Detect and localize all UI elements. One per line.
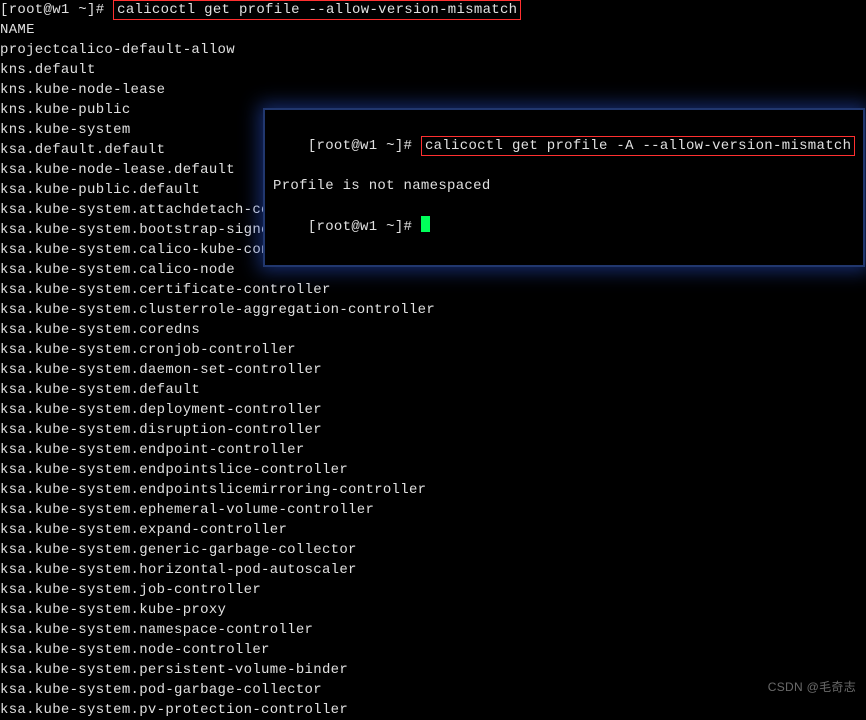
output-row: ksa.kube-system.generic-garbage-collecto… <box>0 540 866 560</box>
output-row: ksa.kube-system.certificate-controller <box>0 280 866 300</box>
output-row: ksa.kube-system.ephemeral-volume-control… <box>0 500 866 520</box>
overlay-response: Profile is not namespaced <box>273 176 855 196</box>
output-row: ksa.kube-system.clusterrole-aggregation-… <box>0 300 866 320</box>
terminal-line: [root@w1 ~]# calicoctl get profile --all… <box>0 0 866 20</box>
cursor-icon <box>421 216 430 232</box>
watermark-text: CSDN @毛奇志 <box>768 678 856 695</box>
output-row: ksa.kube-system.endpointslicemirroring-c… <box>0 480 866 500</box>
output-row: ksa.kube-system.pod-garbage-collector <box>0 680 866 700</box>
output-row: ksa.kube-system.expand-controller <box>0 520 866 540</box>
output-row: ksa.kube-system.persistent-volume-binder <box>0 660 866 680</box>
output-row: ksa.kube-system.cronjob-controller <box>0 340 866 360</box>
overlay-prompt: [root@w1 ~]# <box>308 138 421 154</box>
output-row: ksa.kube-system.node-controller <box>0 640 866 660</box>
output-row: ksa.kube-system.default <box>0 380 866 400</box>
output-row: ksa.kube-system.endpointslice-controller <box>0 460 866 480</box>
main-command-highlight: calicoctl get profile --allow-version-mi… <box>113 0 521 20</box>
output-row: ksa.kube-system.daemon-set-controller <box>0 360 866 380</box>
output-row: projectcalico-default-allow <box>0 40 866 60</box>
output-row: kns.kube-node-lease <box>0 80 866 100</box>
output-row: ksa.kube-system.disruption-controller <box>0 420 866 440</box>
output-row: ksa.kube-system.pv-protection-controller <box>0 700 866 720</box>
output-row: ksa.kube-system.endpoint-controller <box>0 440 866 460</box>
output-row: ksa.kube-system.deployment-controller <box>0 400 866 420</box>
output-header: NAME <box>0 20 866 40</box>
output-row: kns.default <box>0 60 866 80</box>
output-row: ksa.kube-system.kube-proxy <box>0 600 866 620</box>
output-row: ksa.kube-system.coredns <box>0 320 866 340</box>
overlay-prompt-2: [root@w1 ~]# <box>308 219 421 235</box>
overlay-command-highlight: calicoctl get profile -A --allow-version… <box>421 136 855 156</box>
terminal-overlay[interactable]: [root@w1 ~]# calicoctl get profile -A --… <box>263 108 865 267</box>
output-row: ksa.kube-system.horizontal-pod-autoscale… <box>0 560 866 580</box>
output-row: ksa.kube-system.namespace-controller <box>0 620 866 640</box>
prompt-text: [root@w1 ~]# <box>0 2 113 18</box>
output-row: ksa.kube-system.job-controller <box>0 580 866 600</box>
